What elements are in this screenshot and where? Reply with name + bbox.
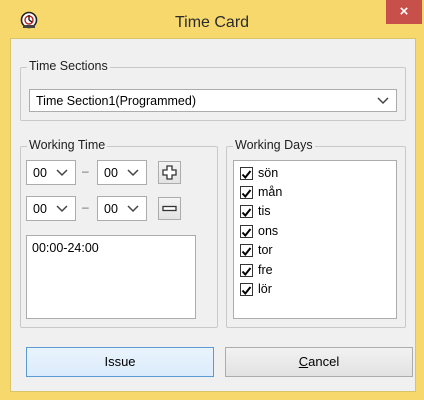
time-separator-2: – xyxy=(82,200,89,214)
check-icon xyxy=(241,286,252,296)
check-icon xyxy=(241,247,252,257)
close-button[interactable]: × xyxy=(386,0,422,24)
check-icon xyxy=(241,170,252,180)
cancel-label-rest: ancel xyxy=(308,354,340,369)
end-hour-select-2[interactable]: 00 xyxy=(97,196,147,221)
day-label: sön xyxy=(258,166,279,180)
working-days-list: sön mån tis ons tor fre lör xyxy=(233,160,397,319)
start-hour-value-2: 00 xyxy=(33,201,47,216)
chevron-down-icon xyxy=(377,96,389,104)
time-sections-group: Time Sections Time Section1(Programmed) xyxy=(20,59,406,121)
start-hour-select-1[interactable]: 00 xyxy=(26,160,76,185)
checkbox[interactable] xyxy=(240,244,253,257)
end-hour-select-1[interactable]: 00 xyxy=(97,160,147,185)
check-icon xyxy=(241,208,252,218)
time-range-item[interactable]: 00:00-24:00 xyxy=(32,241,99,255)
time-separator-1: – xyxy=(82,164,89,178)
checkbox[interactable] xyxy=(240,167,253,180)
time-range-list[interactable]: 00:00-24:00 xyxy=(26,235,196,319)
check-icon xyxy=(241,189,252,199)
check-icon xyxy=(241,267,252,277)
working-days-group: Working Days sön mån tis ons tor fre lör xyxy=(226,138,406,328)
cancel-label-accel: C xyxy=(298,354,309,369)
checkbox[interactable] xyxy=(240,283,253,296)
day-label: mån xyxy=(258,185,283,199)
window-title: Time Card xyxy=(174,14,250,31)
day-label: tor xyxy=(258,243,273,257)
chevron-down-icon xyxy=(56,168,68,176)
day-label: ons xyxy=(258,224,279,238)
day-label: tis xyxy=(258,204,271,218)
checkbox[interactable] xyxy=(240,225,253,238)
checkbox[interactable] xyxy=(240,186,253,199)
start-hour-value-1: 00 xyxy=(33,165,47,180)
add-time-button[interactable] xyxy=(158,161,181,184)
end-hour-value-2: 00 xyxy=(104,201,118,216)
cancel-button[interactable]: Cancel xyxy=(225,347,413,377)
minus-icon xyxy=(162,205,177,212)
time-section-select[interactable]: Time Section1(Programmed) xyxy=(29,89,397,112)
day-label: fre xyxy=(258,263,273,277)
issue-button[interactable]: Issue xyxy=(26,347,214,377)
end-hour-value-1: 00 xyxy=(104,165,118,180)
plus-icon xyxy=(162,165,177,180)
start-hour-select-2[interactable]: 00 xyxy=(26,196,76,221)
check-icon xyxy=(241,228,252,238)
working-time-group: Working Time 00 – 00 00 – 00 00:00-24:00 xyxy=(20,138,218,328)
chevron-down-icon xyxy=(56,204,68,212)
remove-time-button[interactable] xyxy=(158,197,181,220)
checkbox[interactable] xyxy=(240,205,253,218)
title-bar[interactable]: Time Card × xyxy=(0,0,424,38)
day-label: lör xyxy=(258,282,272,296)
time-section-value: Time Section1(Programmed) xyxy=(36,93,197,108)
checkbox[interactable] xyxy=(240,264,253,277)
chevron-down-icon xyxy=(127,204,139,212)
time-sections-label: Time Sections xyxy=(27,59,110,73)
working-time-label: Working Time xyxy=(27,138,108,152)
time-card-window: Time Card × Time Sections Time Section1(… xyxy=(0,0,424,400)
working-days-label: Working Days xyxy=(233,138,315,152)
dialog-client: Time Sections Time Section1(Programmed) … xyxy=(10,38,416,392)
chevron-down-icon xyxy=(127,168,139,176)
